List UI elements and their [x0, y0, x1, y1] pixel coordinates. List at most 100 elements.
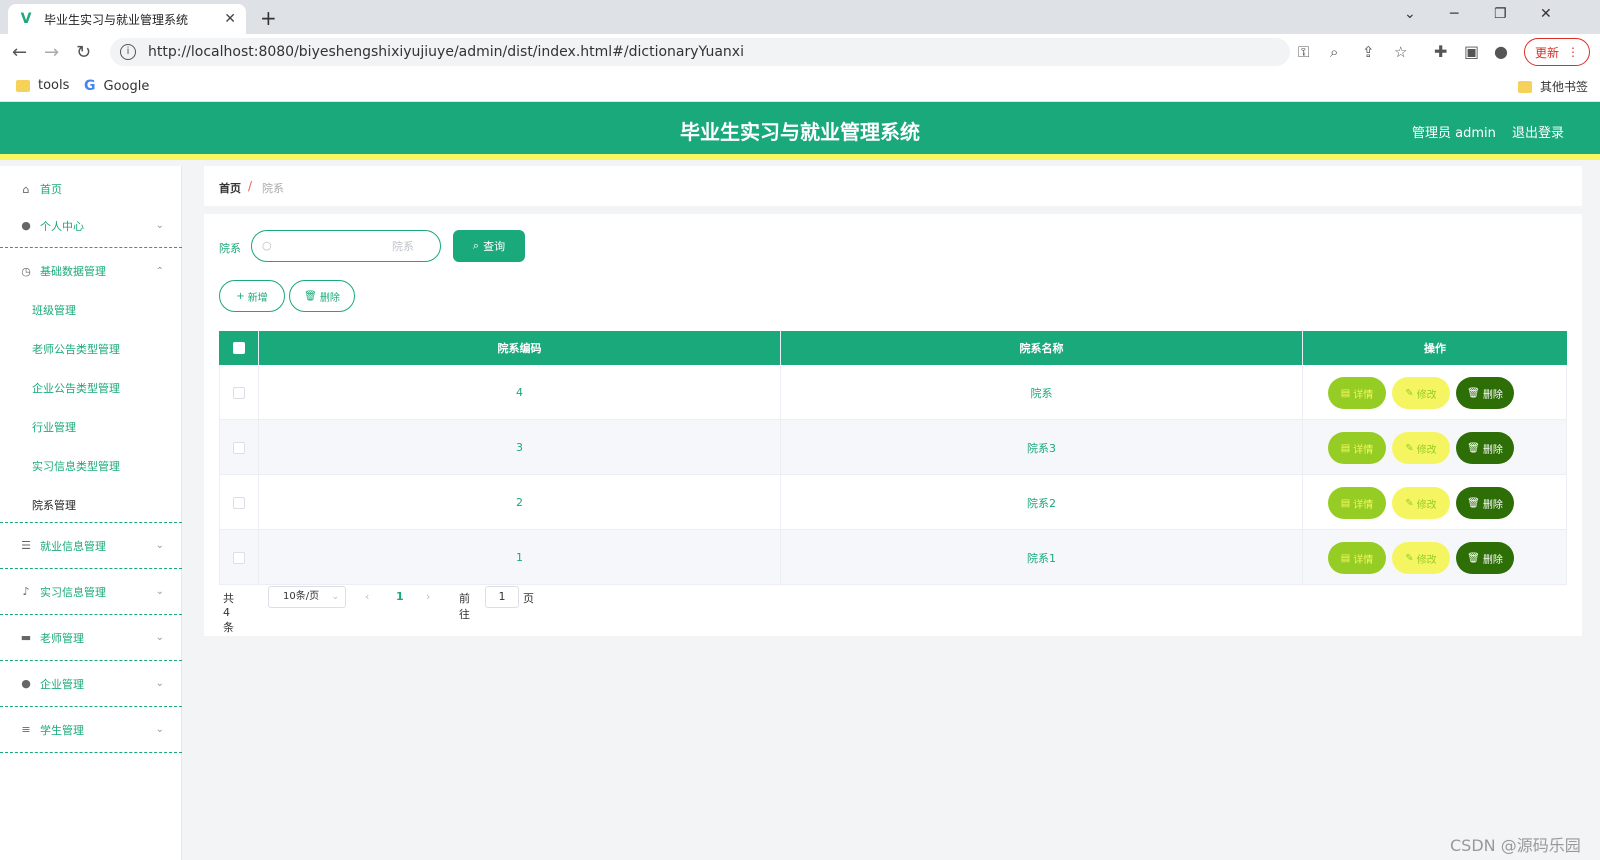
app-header: 毕业生实习与就业管理系统 管理员 admin 退出登录	[0, 102, 1600, 160]
cell-code: 3	[259, 420, 781, 475]
key-icon[interactable]: ⚿	[1298, 43, 1309, 61]
delete-button[interactable]: 🗑 删除	[1456, 487, 1514, 519]
side-panel-icon[interactable]: ▣	[1464, 42, 1479, 61]
search-icon: ⌕	[472, 239, 480, 252]
document-icon: ▤	[1340, 552, 1351, 564]
sidebar-item-label: 学生管理	[40, 723, 84, 737]
update-button[interactable]: 更新 ⋮	[1524, 38, 1590, 66]
edit-button[interactable]: ✎ 修改	[1392, 432, 1450, 464]
bookmark-label: Google	[103, 78, 150, 94]
sidebar-item-base-data[interactable]: ◷ 基础数据管理 ⌃	[0, 248, 182, 294]
sidebar-sub-teacher-notice-type[interactable]: 老师公告类型管理	[32, 341, 120, 357]
goto-page-input[interactable]: 1	[485, 586, 519, 608]
detail-button[interactable]: ▤ 详情	[1328, 432, 1386, 464]
select-all-checkbox[interactable]	[232, 342, 245, 354]
folder-icon	[1518, 80, 1532, 93]
profile-icon[interactable]: ●	[1494, 42, 1508, 61]
sidebar-item-internship[interactable]: ♪ 实习信息管理 ⌄	[0, 569, 182, 615]
delete-button[interactable]: 🗑 删除	[1456, 377, 1514, 409]
google-icon: G	[84, 78, 96, 94]
reload-icon[interactable]: ↻	[76, 42, 91, 63]
edit-label: 修改	[1416, 444, 1437, 456]
browser-tab[interactable]: V 毕业生实习与就业管理系统 ✕	[8, 4, 246, 34]
bookmark-google[interactable]: G Google	[84, 78, 149, 94]
cell-name: 院系1	[781, 530, 1303, 585]
cell-code: 1	[259, 530, 781, 585]
page-size-select[interactable]: 10条/页 ⌄	[268, 586, 346, 608]
add-button[interactable]: + 新增	[219, 280, 285, 312]
row-checkbox[interactable]	[233, 551, 245, 564]
column-header-code[interactable]: 院系编码	[259, 331, 781, 365]
chevron-down-icon: ⌄	[155, 724, 164, 735]
sidebar-sub-company-notice-type[interactable]: 企业公告类型管理	[32, 380, 120, 396]
next-page-icon[interactable]: ›	[426, 590, 430, 603]
new-tab-icon[interactable]: +	[260, 6, 277, 30]
sidebar-item-teacher[interactable]: ▬ 老师管理 ⌄	[0, 615, 182, 661]
sidebar-sub-industry[interactable]: 行业管理	[32, 419, 76, 435]
sidebar-item-employment[interactable]: ☰ 就业信息管理 ⌄	[0, 523, 182, 569]
extensions-icon[interactable]: ✚	[1434, 42, 1447, 61]
breadcrumb-home[interactable]: 首页	[219, 180, 241, 196]
batch-delete-button[interactable]: 🗑 删除	[289, 280, 355, 312]
browser-tab-bar: V 毕业生实习与就业管理系统 ✕ + ⌄ ─ ❐ ✕	[0, 0, 1600, 34]
edit-button[interactable]: ✎ 修改	[1392, 542, 1450, 574]
query-button[interactable]: ⌕ 查询	[453, 230, 525, 262]
sidebar-item-profile[interactable]: ● 个人中心 ⌄	[0, 204, 182, 248]
site-info-icon[interactable]: i	[120, 44, 136, 60]
delete-label: 删除	[319, 292, 340, 304]
bookmarks-bar: tools G Google 其他书签	[0, 70, 1600, 102]
restore-icon[interactable]: ❐	[1494, 6, 1507, 22]
detail-button[interactable]: ▤ 详情	[1328, 487, 1386, 519]
close-window-icon[interactable]: ✕	[1540, 6, 1552, 22]
row-checkbox[interactable]	[233, 441, 245, 454]
cell-actions: ▤ 详情 ✎ 修改 🗑 删除	[1303, 530, 1567, 585]
zoom-icon[interactable]: ⌕	[1330, 43, 1338, 61]
plus-icon: +	[236, 290, 245, 302]
tab-search-icon[interactable]: ⌄	[1404, 6, 1416, 22]
logout-link[interactable]: 退出登录	[1512, 122, 1564, 141]
sidebar-item-student[interactable]: ≡ 学生管理 ⌄	[0, 707, 182, 753]
bookmark-tools[interactable]: tools	[16, 78, 69, 93]
sidebar-sub-internship-type[interactable]: 实习信息类型管理	[32, 458, 120, 474]
bookmark-other[interactable]: 其他书签	[1518, 78, 1588, 95]
detail-button[interactable]: ▤ 详情	[1328, 377, 1386, 409]
sidebar-item-label: 首页	[40, 183, 62, 196]
row-checkbox[interactable]	[233, 496, 245, 509]
sidebar-item-company[interactable]: ● 企业管理 ⌄	[0, 661, 182, 707]
sidebar-item-label: 实习信息管理	[40, 585, 106, 599]
forward-icon[interactable]: →	[44, 42, 59, 63]
menu-dots-icon: ⋮	[1567, 45, 1579, 59]
detail-label: 详情	[1353, 499, 1374, 511]
share-icon[interactable]: ⇪	[1362, 43, 1375, 61]
delete-button[interactable]: 🗑 删除	[1456, 542, 1514, 574]
chevron-down-icon: ⌄	[331, 592, 339, 602]
document-icon: ▤	[1340, 497, 1351, 509]
omnibox[interactable]: i http://localhost:8080/biyeshengshixiyu…	[110, 38, 1290, 66]
chevron-down-icon: ⌄	[155, 586, 164, 597]
row-checkbox[interactable]	[233, 386, 245, 399]
trash-icon: 🗑	[1467, 497, 1480, 509]
detail-label: 详情	[1353, 444, 1374, 456]
sidebar-sub-department[interactable]: 院系管理	[32, 497, 76, 513]
minimize-icon[interactable]: ─	[1450, 6, 1458, 22]
search-icon: ○	[262, 239, 272, 252]
prev-page-icon[interactable]: ‹	[365, 590, 369, 603]
bookmark-label: tools	[38, 78, 70, 93]
star-icon[interactable]: ☆	[1394, 43, 1407, 61]
briefcase-icon: ▬	[20, 631, 32, 644]
search-input[interactable]	[280, 235, 430, 257]
search-field: ○	[251, 230, 441, 262]
close-tab-icon[interactable]: ✕	[224, 11, 236, 27]
column-header-name[interactable]: 院系名称	[781, 331, 1303, 365]
trash-icon: 🗑	[1467, 442, 1480, 454]
edit-button[interactable]: ✎ 修改	[1392, 377, 1450, 409]
sidebar-sub-class[interactable]: 班级管理	[32, 302, 76, 318]
trash-icon: 🗑	[1467, 552, 1480, 564]
chevron-down-icon: ⌄	[155, 678, 164, 689]
detail-button[interactable]: ▤ 详情	[1328, 542, 1386, 574]
detail-label: 详情	[1353, 554, 1374, 566]
edit-button[interactable]: ✎ 修改	[1392, 487, 1450, 519]
page-number[interactable]: 1	[396, 590, 404, 603]
back-icon[interactable]: ←	[12, 42, 27, 63]
delete-button[interactable]: 🗑 删除	[1456, 432, 1514, 464]
